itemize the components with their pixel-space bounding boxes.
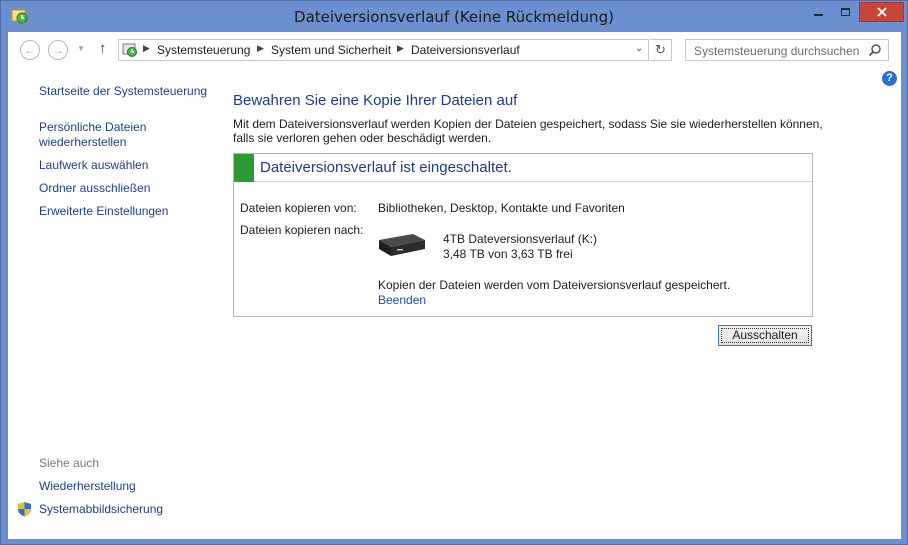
breadcrumb-systemsteuerung[interactable]: Systemsteuerung [157,43,250,57]
breadcrumb-system-und-sicherheit[interactable]: System und Sicherheit [271,43,391,57]
recent-locations-dropdown[interactable]: ▼ [77,44,85,53]
window-frame: Dateiversionsverlauf (Keine Rückmeldung)… [0,0,908,545]
copy-from-value: Bibliotheken, Desktop, Kontakte und Favo… [378,201,625,215]
refresh-button[interactable]: ↻ [650,39,672,61]
forward-button[interactable]: → [48,40,68,60]
copy-to-label: Dateien kopieren nach: [240,223,364,237]
minimize-icon [813,14,823,16]
minimize-button[interactable] [805,2,831,22]
sidebar-link-startseite[interactable]: Startseite der Systemsteuerung [39,84,207,99]
page-description: Mit dem Dateiversionsverlauf werden Kopi… [233,117,823,145]
back-button[interactable]: ← [20,40,40,60]
search-icon[interactable] [868,43,882,57]
chevron-down-icon[interactable]: ⌄ [635,43,643,54]
sidebar-link-persoenliche-dateien[interactable]: Persönliche Dateien [39,120,146,135]
maximize-icon [840,8,850,16]
stop-link[interactable]: Beenden [378,293,426,307]
drive-free-space: 3,48 TB von 3,63 TB frei [443,247,573,261]
copy-from-label: Dateien kopieren von: [240,201,357,215]
status-indicator [234,154,254,182]
navigation-bar: ← → ▼ ↑ ▶ Systemsteuerung ▶ System und S… [8,32,901,68]
title-bar[interactable]: Dateiversionsverlauf (Keine Rückmeldung) [1,1,907,32]
see-also-link-systemabbildsicherung[interactable]: Systemabbildsicherung [39,502,163,517]
breadcrumb-dateiversionsverlauf[interactable]: Dateiversionsverlauf [411,43,520,57]
address-bar[interactable]: ▶ Systemsteuerung ▶ System und Sicherhei… [118,39,649,61]
status-header: Dateiversionsverlauf ist eingeschaltet. [234,154,812,182]
status-panel: Dateiversionsverlauf ist eingeschaltet. … [233,153,813,317]
close-icon [876,7,887,17]
drive-name: 4TB Dateversionsverlauf (K:) [443,232,598,246]
arrow-up-icon: ↑ [99,40,107,57]
breadcrumb-separator-icon: ▶ [397,43,404,53]
turn-off-button[interactable]: Ausschalten [718,325,812,346]
breadcrumb-separator-icon: ▶ [257,43,264,53]
arrow-right-icon: → [52,43,64,57]
breadcrumb-separator-icon: ▶ [143,43,150,53]
external-drive-icon [379,234,425,256]
help-icon[interactable]: ? [882,71,897,86]
window-content: ← → ▼ ↑ ▶ Systemsteuerung ▶ System und S… [8,32,901,539]
search-input[interactable]: Systemsteuerung durchsuchen [685,39,889,61]
sidebar-link-laufwerk-auswaehlen[interactable]: Laufwerk auswählen [39,158,148,173]
control-panel-icon [122,43,137,57]
maximize-button[interactable] [832,2,858,22]
copy-status-text: Kopien der Dateien werden vom Dateiversi… [378,278,731,292]
see-also-heading: Siehe auch [39,456,100,470]
up-button[interactable]: ↑ [99,40,107,57]
window-title: Dateiversionsverlauf (Keine Rückmeldung) [294,8,614,26]
page-title: Bewahren Sie eine Kopie Ihrer Dateien au… [233,92,518,109]
sidebar-link-erweiterte-einstellungen[interactable]: Erweiterte Einstellungen [39,204,168,219]
sidebar-link-wiederherstellen[interactable]: wiederherstellen [39,135,126,150]
arrow-left-icon: ← [24,43,36,57]
sidebar-link-ordner-ausschliessen[interactable]: Ordner ausschließen [39,181,150,196]
status-title: Dateiversionsverlauf ist eingeschaltet. [260,159,512,176]
close-button[interactable] [859,2,904,22]
search-placeholder: Systemsteuerung durchsuchen [694,44,860,58]
refresh-icon: ↻ [655,42,666,57]
see-also-link-wiederherstellung[interactable]: Wiederherstellung [39,479,136,494]
uac-shield-icon [18,502,31,517]
